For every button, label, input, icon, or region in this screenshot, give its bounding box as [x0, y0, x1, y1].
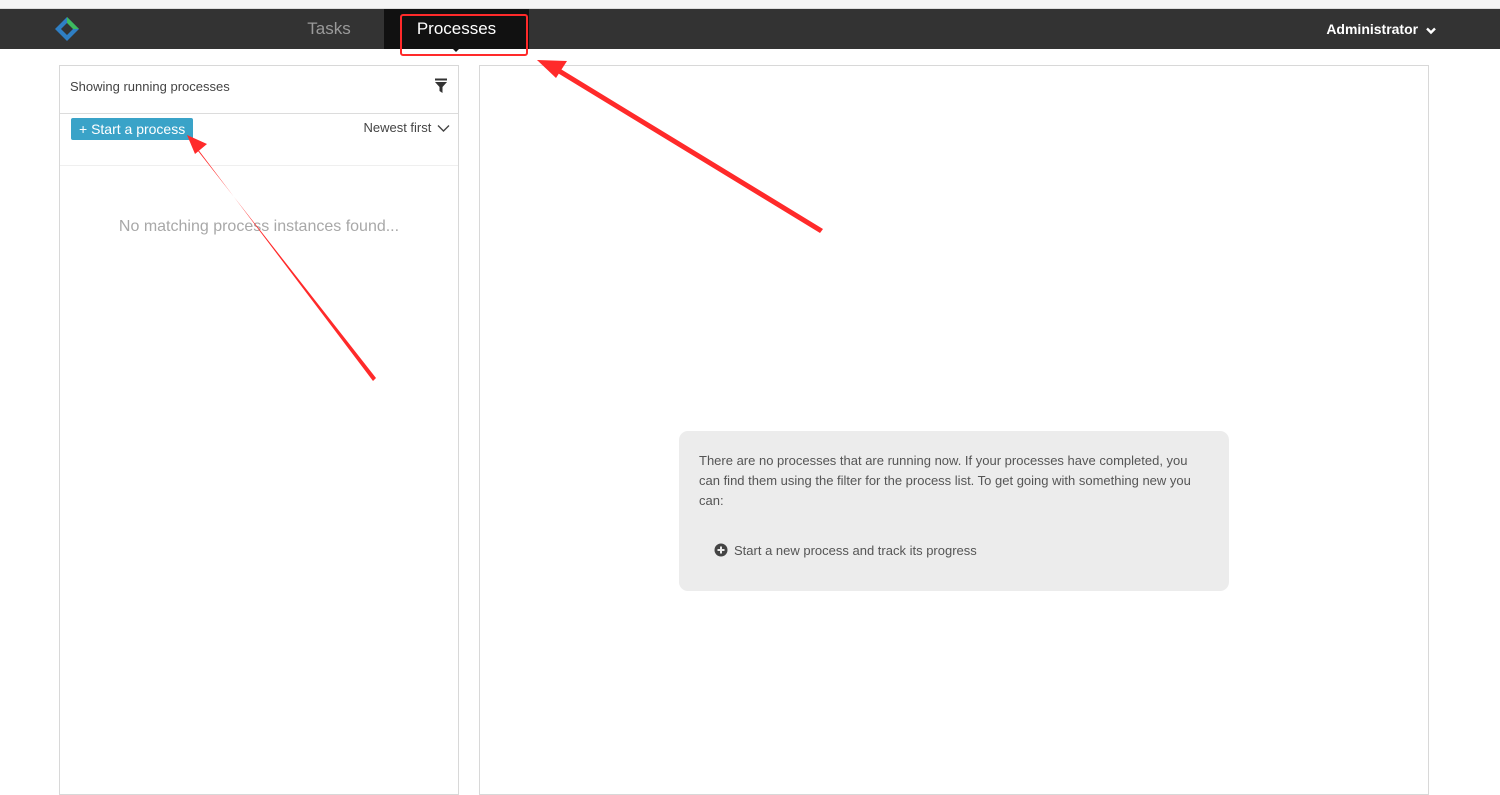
top-navbar: Tasks Processes [0, 9, 1500, 49]
sort-label: Newest first [363, 120, 432, 135]
plus-circle-icon [714, 543, 728, 557]
process-list-header: Showing running processes [60, 66, 458, 114]
filter-icon[interactable] [434, 78, 448, 94]
user-menu[interactable]: Administrator [1326, 9, 1436, 49]
empty-list-message: No matching process instances found... [118, 218, 400, 235]
process-list-panel: Showing running processes + Start a proc… [59, 65, 459, 795]
app-logo-icon[interactable] [54, 16, 80, 42]
start-new-process-label: Start a new process and track its progre… [734, 543, 977, 558]
browser-bookmarks-strip [0, 0, 1500, 9]
process-list-title: Showing running processes [70, 79, 230, 94]
chevron-down-icon [1426, 10, 1436, 50]
tab-processes[interactable]: Processes [384, 9, 529, 49]
active-tab-caret [450, 46, 462, 52]
help-text: There are no processes that are running … [699, 453, 1191, 508]
chevron-down-icon [437, 125, 450, 133]
start-process-button[interactable]: + Start a process [71, 118, 194, 140]
user-name: Administrator [1326, 21, 1419, 37]
process-detail-panel: There are no processes that are running … [479, 65, 1429, 795]
sort-dropdown[interactable]: Newest first [363, 120, 450, 135]
process-list-toolbar: + Start a process Newest first [60, 114, 458, 166]
start-new-process-link[interactable]: Start a new process and track its progre… [714, 543, 977, 558]
tab-tasks[interactable]: Tasks [275, 9, 383, 49]
help-box: There are no processes that are running … [679, 431, 1229, 591]
